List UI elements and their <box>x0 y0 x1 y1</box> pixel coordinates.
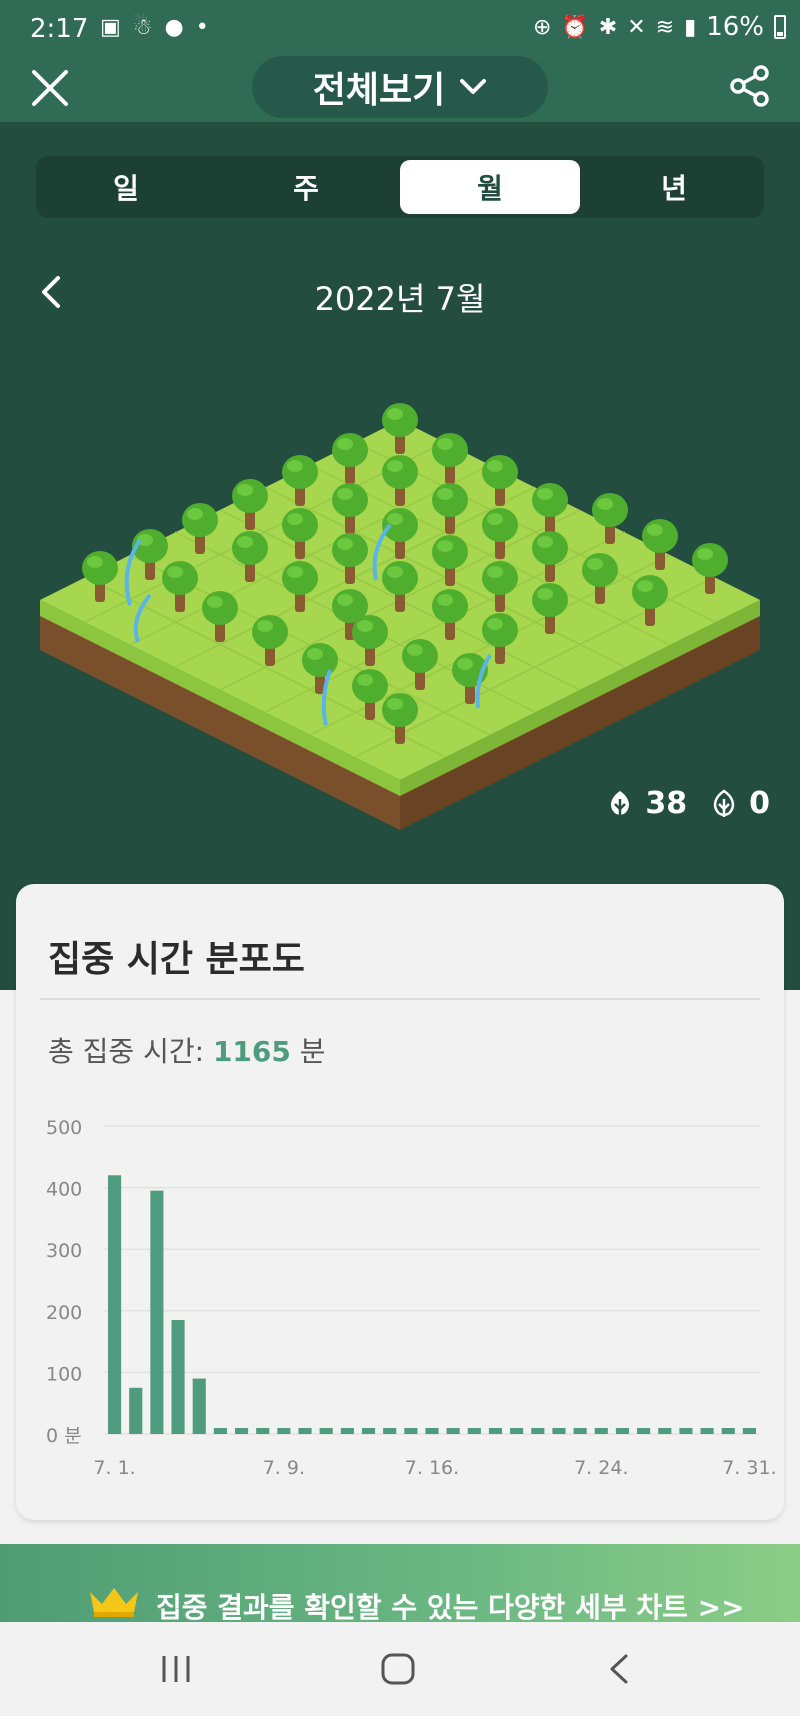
bar <box>679 1428 693 1434</box>
top-app-bar: 전체보기 <box>0 56 800 122</box>
x-tick-label: 7. 16. <box>405 1457 459 1479</box>
bar <box>488 1428 503 1434</box>
tab-week[interactable]: 주 <box>216 156 396 218</box>
period-navigator: 2022년 7월 <box>0 268 800 318</box>
healthy-tree-icon <box>611 790 630 817</box>
battery-icon <box>774 15 786 39</box>
period-tabs: 일 주 월 년 <box>36 156 764 218</box>
bar <box>658 1428 672 1434</box>
bar <box>234 1428 249 1434</box>
dead-tree-icon <box>713 788 735 817</box>
bar <box>467 1428 481 1434</box>
tab-month[interactable]: 월 <box>400 160 580 214</box>
bar <box>425 1428 439 1434</box>
bar <box>171 1320 185 1434</box>
back-icon[interactable] <box>604 1652 634 1686</box>
home-icon[interactable] <box>380 1652 416 1686</box>
bar <box>298 1428 312 1434</box>
y-tick-label: 200 <box>46 1302 82 1324</box>
y-tick-label: 100 <box>46 1363 82 1385</box>
period-label: 2022년 7월 <box>314 280 486 318</box>
bar <box>150 1190 164 1434</box>
healthy-tree-count: 38 <box>645 786 688 821</box>
app-notification-icon: ☃ <box>132 15 153 40</box>
recent-apps-icon[interactable] <box>158 1652 194 1686</box>
x-tick-label: 7. 24. <box>574 1457 628 1479</box>
bar <box>129 1387 143 1434</box>
tab-day[interactable]: 일 <box>36 156 216 218</box>
status-time: 2:17 <box>30 14 89 44</box>
bar <box>319 1428 333 1434</box>
status-bar: 2:17 ▣ ☃ ● • ⊕ ⏰ ✱ ✕ ≋ ▮ 16% <box>0 0 800 56</box>
close-icon[interactable] <box>28 66 72 110</box>
focus-distribution-card: 집중 시간 분포도 총 집중 시간: 1165 분 500 400 300 200 10… <box>16 884 784 1520</box>
notification-icons: ▣ ☃ ● • <box>100 15 209 40</box>
bar <box>446 1428 460 1434</box>
bar <box>340 1428 354 1434</box>
view-selector-dropdown[interactable]: 전체보기 <box>252 56 548 118</box>
system-navigation-bar <box>0 1622 800 1716</box>
bar <box>552 1428 566 1434</box>
chevron-down-icon <box>460 79 487 94</box>
bar <box>256 1428 270 1434</box>
share-icon[interactable] <box>728 64 772 108</box>
tab-year[interactable]: 년 <box>584 156 764 218</box>
premium-charts-banner[interactable]: 집중 결과를 확인할 수 있는 다양한 세부 차트 >> <box>0 1544 800 1624</box>
alarm-icon: ⏰ <box>561 14 589 40</box>
bar <box>637 1428 651 1434</box>
bar <box>531 1428 545 1434</box>
page-title: 전체보기 <box>312 70 446 111</box>
bar <box>361 1428 376 1434</box>
chat-icon: ● <box>164 15 184 40</box>
battery-saver-icon: ⊕ <box>532 14 552 40</box>
bar <box>742 1428 756 1434</box>
bar <box>277 1428 291 1434</box>
system-icons: ⊕ ⏰ ✱ ✕ ≋ ▮ 16% <box>533 12 786 42</box>
bar <box>383 1428 397 1434</box>
bar <box>510 1428 524 1434</box>
y-tick-label: 500 <box>46 1117 82 1139</box>
bar <box>615 1428 630 1434</box>
bar <box>404 1428 418 1434</box>
crown-icon <box>90 1588 138 1617</box>
focus-time-bar-chart: 500 400 300 200 100 0 분 7. 1. 7. 9. 7. 16. 7. 24.… <box>46 1117 777 1479</box>
battery-percent: 16% <box>706 12 764 42</box>
more-dot-icon: • <box>195 15 209 40</box>
signal-icon: ▮ <box>684 14 697 40</box>
bar <box>573 1428 587 1434</box>
bluetooth-icon: ✱ <box>598 14 618 40</box>
x-tick-label: 7. 31. <box>722 1457 776 1479</box>
forest-illustration <box>40 403 760 830</box>
x-tick-label: 7. 9. <box>263 1457 305 1479</box>
bar <box>721 1428 735 1434</box>
x-tick-label: 7. 1. <box>93 1457 135 1479</box>
bar <box>213 1428 227 1434</box>
bar <box>594 1428 608 1434</box>
tree-counts: 38 0 <box>605 786 770 821</box>
y-tick-label: 400 <box>46 1179 82 1201</box>
bar <box>700 1428 714 1434</box>
y-tick-label: 0 분 <box>46 1425 82 1447</box>
dead-tree-count: 0 <box>749 786 770 821</box>
wifi-icon: ≋ <box>655 14 675 40</box>
bar <box>192 1378 206 1434</box>
y-tick-label: 300 <box>46 1240 82 1262</box>
mute-icon: ✕ <box>627 14 646 40</box>
banner-text: 집중 결과를 확인할 수 있는 다양한 세부 차트 >> <box>156 1591 745 1624</box>
image-icon: ▣ <box>100 15 121 40</box>
bar <box>108 1175 122 1434</box>
